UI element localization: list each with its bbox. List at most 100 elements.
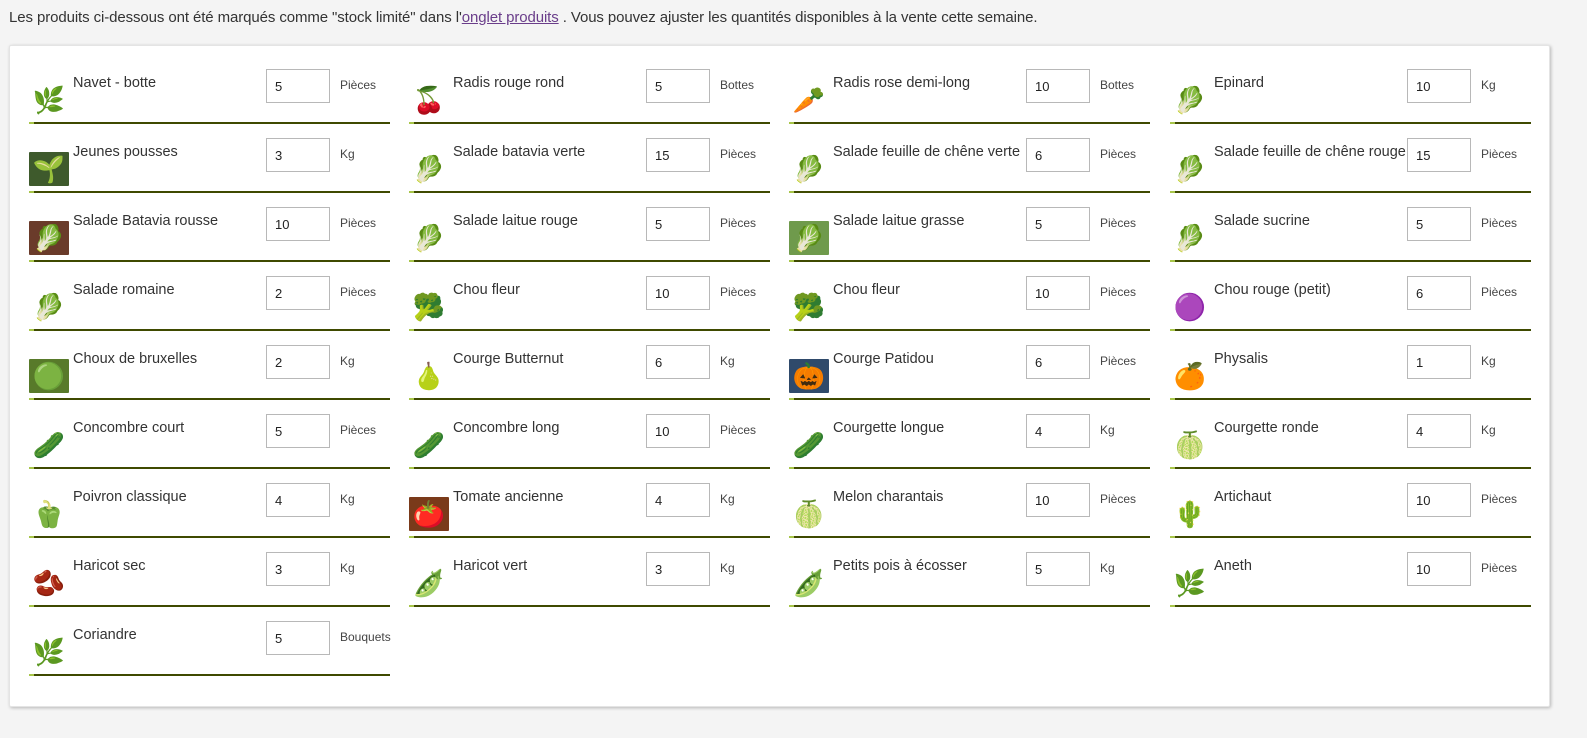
- products-tab-link[interactable]: onglet produits: [462, 9, 559, 26]
- product-name: Radis rouge rond: [453, 75, 565, 91]
- quantity-input[interactable]: [646, 69, 710, 103]
- quantity-input[interactable]: [266, 207, 330, 241]
- long-zucchini-icon: 🥒: [792, 430, 826, 460]
- product-item: 🍒 Radis rouge rond Bottes: [409, 68, 770, 124]
- quantity-input[interactable]: [266, 138, 330, 172]
- product-item: 🥬 Salade laitue rouge Pièces: [409, 206, 770, 262]
- intro-text: Les produits ci-dessous ont été marqués …: [9, 9, 1038, 26]
- product-item: 🌿 Aneth Pièces: [1170, 551, 1531, 607]
- quantity-input[interactable]: [266, 552, 330, 586]
- product-item: 🥬 Salade feuille de chêne verte Pièces: [789, 137, 1150, 193]
- quantity-input[interactable]: [1407, 69, 1471, 103]
- product-name: Salade romaine: [73, 282, 175, 298]
- product-item: 🥬Salade Batavia rousse Pièces: [29, 206, 390, 262]
- quantity-input[interactable]: [266, 414, 330, 448]
- quantity-input[interactable]: [646, 552, 710, 586]
- quantity-input[interactable]: [266, 621, 330, 655]
- product-name: Aneth: [1214, 558, 1252, 574]
- product-name: Radis rose demi-long: [833, 75, 971, 91]
- heirloom-tomato-icon: 🍅: [409, 497, 449, 531]
- product-item: 🥒 Courgette longue Kg: [789, 413, 1150, 469]
- unit-label: Kg: [1100, 423, 1115, 437]
- radish-icon: 🍒: [412, 85, 446, 115]
- short-cucumber-icon: 🥒: [32, 430, 66, 460]
- product-name: Courge Butternut: [453, 351, 564, 367]
- product-item: 🥬Salade laitue grasse Pièces: [789, 206, 1150, 262]
- product-name: Courgette longue: [833, 420, 945, 436]
- product-item: 🥦 Chou fleur Pièces: [409, 275, 770, 331]
- quantity-input[interactable]: [646, 276, 710, 310]
- product-name: Concombre long: [453, 420, 560, 436]
- unit-label: Pièces: [1100, 285, 1137, 299]
- unit-label: Kg: [1481, 78, 1496, 92]
- product-name: Haricot vert: [453, 558, 528, 574]
- unit-label: Pièces: [1481, 285, 1518, 299]
- unit-label: Kg: [340, 354, 355, 368]
- red-oak-lettuce-icon: 🥬: [1173, 154, 1207, 184]
- unit-label: Pièces: [340, 216, 377, 230]
- physalis-icon: 🍊: [1173, 361, 1207, 391]
- product-item: 🥬 Salade sucrine Pièces: [1170, 206, 1531, 262]
- oak-leaf-lettuce-icon: 🥬: [792, 154, 826, 184]
- quantity-input[interactable]: [1026, 483, 1090, 517]
- quantity-input[interactable]: [1407, 414, 1471, 448]
- product-item: 🍅Tomate ancienne Kg: [409, 482, 770, 538]
- patidou-squash-icon: 🎃: [789, 359, 829, 393]
- quantity-input[interactable]: [1407, 345, 1471, 379]
- quantity-input[interactable]: [1407, 276, 1471, 310]
- unit-label: Bottes: [720, 78, 755, 92]
- unit-label: Pièces: [340, 285, 377, 299]
- product-item: 🥬 Salade romaine Pièces: [29, 275, 390, 331]
- unit-label: Pièces: [1481, 147, 1518, 161]
- product-name: Salade laitue rouge: [453, 213, 578, 229]
- butter-lettuce-icon: 🥬: [789, 221, 829, 255]
- product-item: 🥬 Epinard Kg: [1170, 68, 1531, 124]
- dry-bean-icon: 🫘: [32, 568, 66, 598]
- quantity-input[interactable]: [646, 207, 710, 241]
- product-name: Salade feuille de chêne verte: [833, 144, 1021, 160]
- turnip-icon: 🌿: [32, 85, 66, 115]
- artichoke-icon: 🌵: [1173, 499, 1207, 529]
- melon-icon: 🍈: [792, 499, 826, 529]
- red-batavia-icon: 🥬: [29, 221, 69, 255]
- quantity-input[interactable]: [1026, 345, 1090, 379]
- quantity-input[interactable]: [646, 345, 710, 379]
- product-name: Physalis: [1214, 351, 1268, 367]
- unit-label: Pièces: [720, 423, 757, 437]
- unit-label: Pièces: [1481, 216, 1518, 230]
- unit-label: Kg: [1481, 354, 1496, 368]
- quantity-input[interactable]: [1407, 552, 1471, 586]
- quantity-input[interactable]: [1026, 138, 1090, 172]
- unit-label: Kg: [340, 147, 355, 161]
- spinach-icon: 🥬: [1173, 85, 1207, 115]
- product-item: 🍈 Courgette ronde Kg: [1170, 413, 1531, 469]
- unit-label: Pièces: [720, 147, 757, 161]
- unit-label: Bouquets: [340, 630, 391, 644]
- young-shoots-icon: 🌱: [29, 152, 69, 186]
- quantity-input[interactable]: [266, 345, 330, 379]
- unit-label: Pièces: [1100, 216, 1137, 230]
- quantity-input[interactable]: [1407, 138, 1471, 172]
- quantity-input[interactable]: [646, 414, 710, 448]
- product-name: Salade feuille de chêne rouge: [1214, 144, 1406, 160]
- quantity-input[interactable]: [646, 483, 710, 517]
- quantity-input[interactable]: [1026, 552, 1090, 586]
- quantity-input[interactable]: [1026, 414, 1090, 448]
- unit-label: Pièces: [720, 216, 757, 230]
- quantity-input[interactable]: [266, 69, 330, 103]
- quantity-input[interactable]: [1407, 207, 1471, 241]
- product-name: Salade sucrine: [1214, 213, 1310, 229]
- long-cucumber-icon: 🥒: [412, 430, 446, 460]
- red-cabbage-icon: 🟣: [1173, 292, 1207, 322]
- quantity-input[interactable]: [1026, 69, 1090, 103]
- product-item: 🫑 Poivron classique Kg: [29, 482, 390, 538]
- quantity-input[interactable]: [266, 276, 330, 310]
- quantity-input[interactable]: [266, 483, 330, 517]
- product-item: 🟢Choux de bruxelles Kg: [29, 344, 390, 400]
- quantity-input[interactable]: [1026, 207, 1090, 241]
- product-name: Salade laitue grasse: [833, 213, 965, 229]
- quantity-input[interactable]: [1407, 483, 1471, 517]
- quantity-input[interactable]: [646, 138, 710, 172]
- product-item: 🥕 Radis rose demi-long Bottes: [789, 68, 1150, 124]
- quantity-input[interactable]: [1026, 276, 1090, 310]
